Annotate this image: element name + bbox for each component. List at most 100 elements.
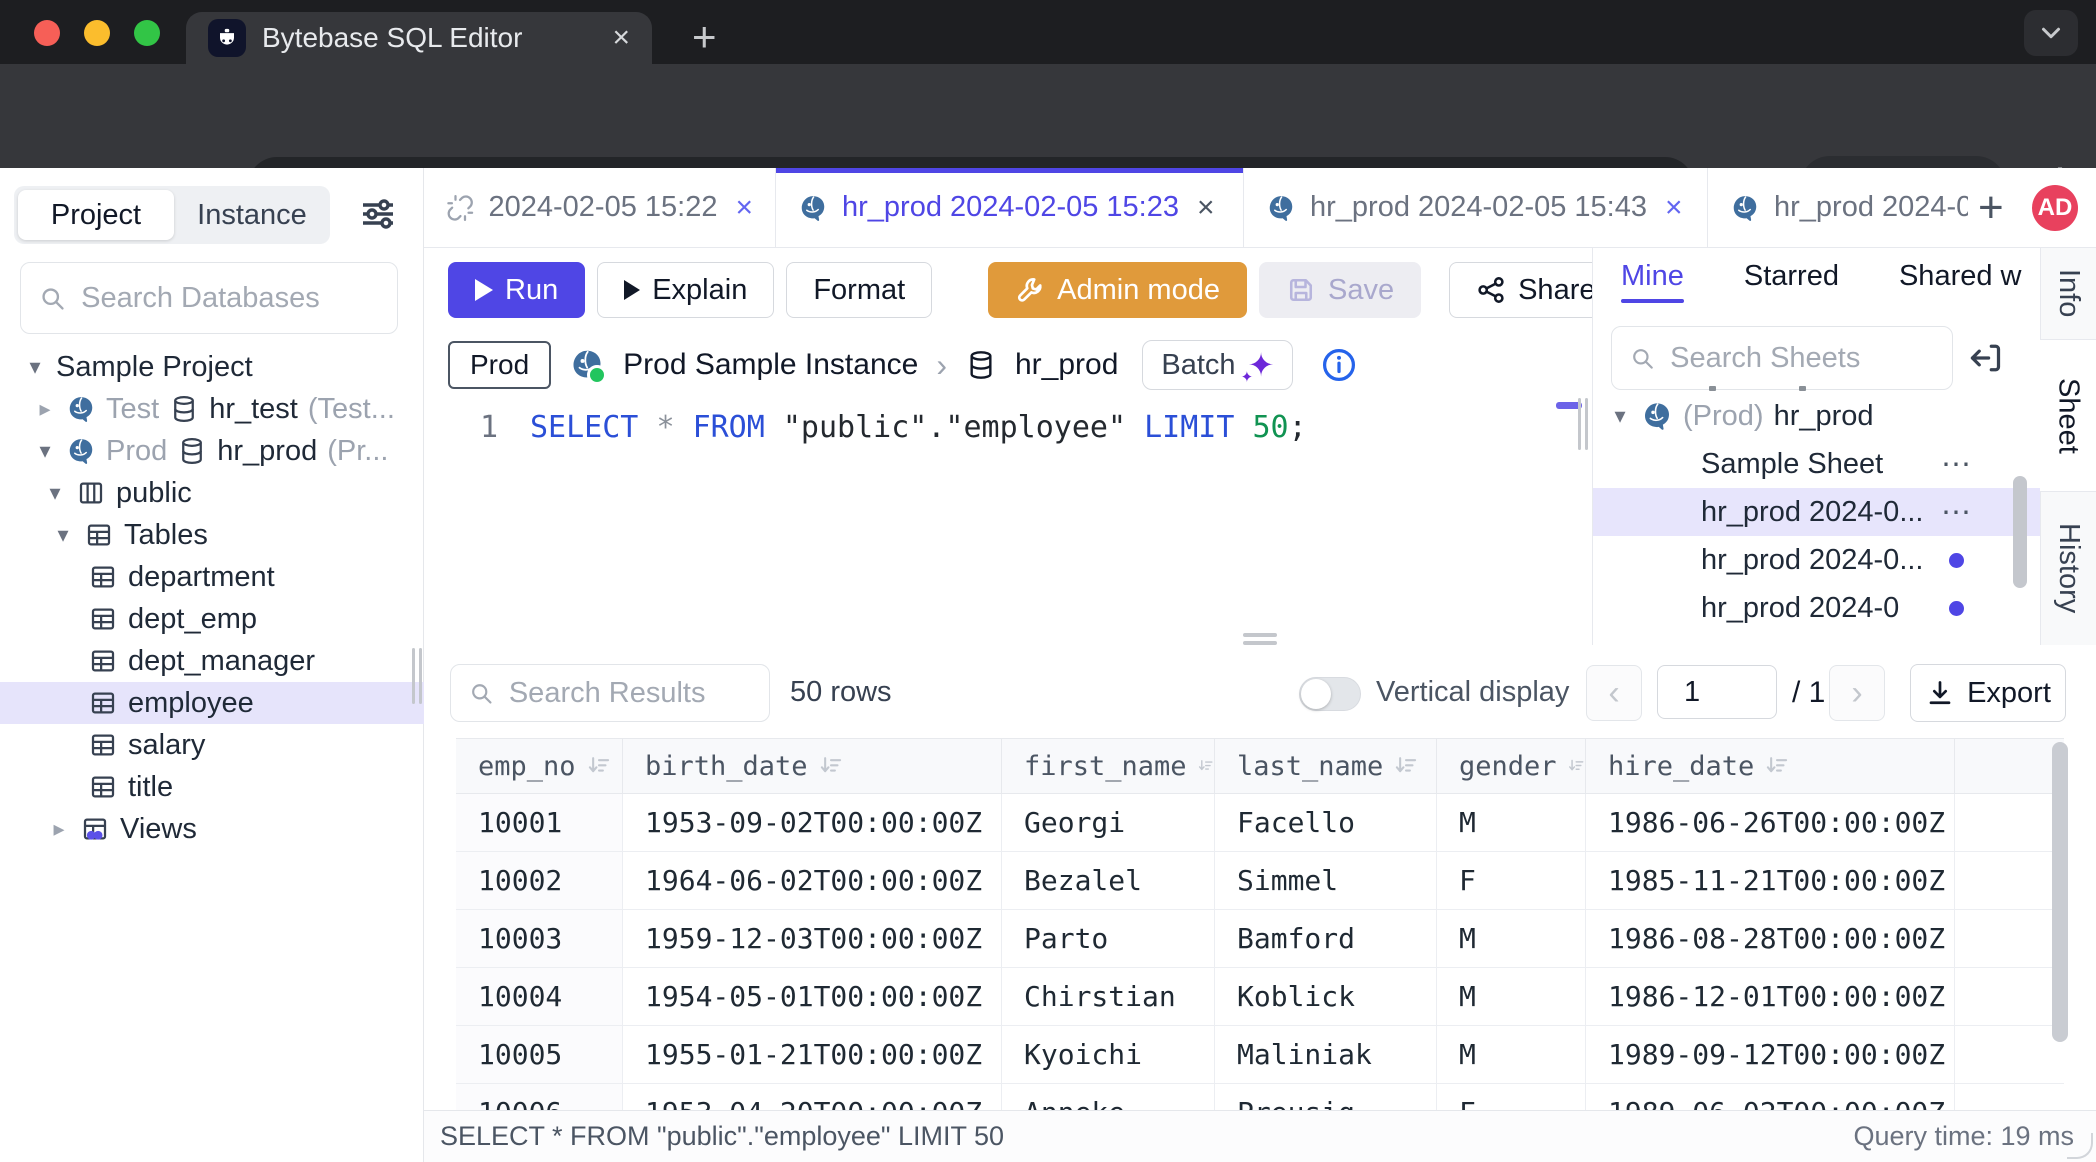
new-browser-tab-button[interactable]: +	[692, 16, 717, 58]
tree-item-table-dept-emp[interactable]: dept_emp	[0, 598, 424, 640]
sheet-item-selected[interactable]: hr_prod 2024-0... ⋯	[1593, 488, 2040, 536]
window-zoom-button[interactable]	[134, 20, 160, 46]
sheet-item[interactable]: Sample Sheet ⋯	[1593, 440, 2040, 488]
table-cell[interactable]: Kyoichi	[1002, 1026, 1215, 1083]
tree-item-table-department[interactable]: department	[0, 556, 424, 598]
tree-item-sample-project[interactable]: ▾ Sample Project	[0, 346, 424, 388]
sort-icon[interactable]	[1197, 753, 1214, 779]
table-cell[interactable]: Parto	[1002, 910, 1215, 967]
tab-mine[interactable]: Mine	[1621, 260, 1684, 303]
sort-icon[interactable]	[1567, 753, 1585, 779]
sort-icon[interactable]	[818, 753, 844, 779]
table-cell[interactable]: Facello	[1215, 794, 1437, 851]
export-button[interactable]: Export	[1910, 664, 2066, 722]
sort-icon[interactable]	[1764, 753, 1790, 779]
column-header-birth_date[interactable]: birth_date	[623, 739, 1002, 793]
caret-right-icon[interactable]: ▸	[34, 396, 56, 422]
caret-down-icon[interactable]: ▾	[34, 438, 56, 464]
table-cell[interactable]: M	[1437, 910, 1586, 967]
column-header-first_name[interactable]: first_name	[1002, 739, 1215, 793]
sql-statement[interactable]: SELECT * FROM "public"."employee" LIMIT …	[530, 410, 1307, 445]
table-cell[interactable]: F	[1437, 1084, 1586, 1110]
sheet-search[interactable]	[1611, 326, 1953, 390]
tab-project[interactable]: Project	[18, 190, 174, 240]
window-close-button[interactable]	[34, 20, 60, 46]
search-results-input[interactable]	[507, 676, 751, 711]
format-button[interactable]: Format	[786, 262, 932, 318]
table-cell[interactable]: Preusig	[1215, 1084, 1437, 1110]
table-cell[interactable]: F	[1437, 852, 1586, 909]
next-page-button[interactable]: ›	[1829, 665, 1885, 721]
caret-right-icon[interactable]: ▸	[48, 816, 70, 842]
table-cell[interactable]: Simmel	[1215, 852, 1437, 909]
batch-button[interactable]: Batch ✦	[1142, 340, 1293, 390]
sheet-list-scrollbar[interactable]	[2013, 476, 2027, 588]
table-cell[interactable]: 1954-05-01T00:00:00Z	[623, 968, 1002, 1025]
table-cell[interactable]: 1986-06-26T00:00:00Z	[1586, 794, 1955, 851]
previous-page-button[interactable]: ‹	[1586, 665, 1642, 721]
table-cell[interactable]: 10002	[456, 852, 623, 909]
caret-down-icon[interactable]: ▾	[24, 354, 46, 380]
table-cell[interactable]: M	[1437, 968, 1586, 1025]
table-cell[interactable]: Georgi	[1002, 794, 1215, 851]
table-cell[interactable]: 1953-09-02T00:00:00Z	[623, 794, 1002, 851]
tab-sheet-active[interactable]: Sheet	[2040, 340, 2096, 492]
tree-item-schema-public[interactable]: ▾ public	[0, 472, 424, 514]
table-cell[interactable]: 10001	[456, 794, 623, 851]
close-tab-icon[interactable]: ×	[1665, 191, 1683, 225]
search-sheets-input[interactable]	[1668, 341, 1934, 376]
sheet-tab-1[interactable]: 2024-02-05 15:22 ×	[424, 168, 776, 247]
table-cell[interactable]: 1986-12-01T00:00:00Z	[1586, 968, 1955, 1025]
info-icon[interactable]	[1321, 347, 1357, 383]
sheet-menu-icon[interactable]: ⋯	[1941, 447, 1973, 482]
sql-editor[interactable]: 1 SELECT * FROM "public"."employee" LIMI…	[424, 398, 1592, 644]
sheet-tab-3[interactable]: hr_prod 2024-02-05 15:43 ×	[1244, 168, 1708, 247]
table-cell[interactable]: 1989-06-02T00:00:00Z	[1586, 1084, 1955, 1110]
caret-down-icon[interactable]: ▾	[44, 480, 66, 506]
user-avatar[interactable]: AD	[2032, 185, 2078, 231]
tab-starred[interactable]: Starred	[1744, 260, 1839, 303]
run-button[interactable]: Run	[448, 262, 585, 318]
column-header-hire_date[interactable]: hire_date	[1586, 739, 1955, 793]
sheet-tab-2-active[interactable]: hr_prod 2024-02-05 15:23 ×	[776, 168, 1244, 247]
table-cell[interactable]: 1959-12-03T00:00:00Z	[623, 910, 1002, 967]
table-cell[interactable]: 1989-09-12T00:00:00Z	[1586, 1026, 1955, 1083]
tab-history[interactable]: History	[2041, 492, 2096, 644]
window-minimize-button[interactable]	[84, 20, 110, 46]
tree-item-views-group[interactable]: ▸ Views	[0, 808, 424, 850]
panel-resize-handle[interactable]	[1578, 398, 1588, 450]
table-cell[interactable]: M	[1437, 1026, 1586, 1083]
save-button[interactable]: Save	[1259, 262, 1421, 318]
browser-tab[interactable]: Bytebase SQL Editor ×	[186, 12, 652, 64]
results-resize-handle[interactable]	[1243, 633, 1277, 649]
column-header-last_name[interactable]: last_name	[1215, 739, 1437, 793]
table-cell[interactable]: Koblick	[1215, 968, 1437, 1025]
database-name[interactable]: hr_prod	[1015, 348, 1118, 382]
caret-down-icon[interactable]: ▾	[52, 522, 74, 548]
sheet-menu-icon[interactable]: ⋯	[1941, 495, 1973, 530]
table-cell[interactable]: Chirstian	[1002, 968, 1215, 1025]
tree-item-tables-group[interactable]: ▾ Tables	[0, 514, 424, 556]
collapse-panel-icon[interactable]	[1967, 340, 2003, 376]
database-search[interactable]	[20, 262, 398, 334]
results-search[interactable]	[450, 664, 770, 722]
close-tab-icon[interactable]: ×	[1197, 191, 1215, 225]
caret-down-icon[interactable]: ▾	[1609, 403, 1631, 429]
table-cell[interactable]: 10003	[456, 910, 623, 967]
page-number-input[interactable]	[1657, 665, 1777, 719]
explain-button[interactable]: Explain	[597, 262, 774, 318]
table-cell[interactable]: Bamford	[1215, 910, 1437, 967]
search-databases-input[interactable]	[79, 281, 379, 316]
sheet-tab-4[interactable]: hr_prod 2024-0	[1708, 168, 1968, 247]
tree-item-table-employee[interactable]: employee	[0, 682, 424, 724]
tab-shared-with-me[interactable]: Shared w	[1899, 260, 2022, 303]
table-cell[interactable]: M	[1437, 794, 1586, 851]
sort-icon[interactable]	[586, 753, 612, 779]
tree-item-table-salary[interactable]: salary	[0, 724, 424, 766]
table-cell[interactable]: Bezalel	[1002, 852, 1215, 909]
tree-item-table-dept-manager[interactable]: dept_manager	[0, 640, 424, 682]
sort-icon[interactable]	[1393, 753, 1419, 779]
table-cell[interactable]: 10004	[456, 968, 623, 1025]
table-cell[interactable]: 1964-06-02T00:00:00Z	[623, 852, 1002, 909]
admin-mode-button[interactable]: Admin mode	[988, 262, 1247, 318]
